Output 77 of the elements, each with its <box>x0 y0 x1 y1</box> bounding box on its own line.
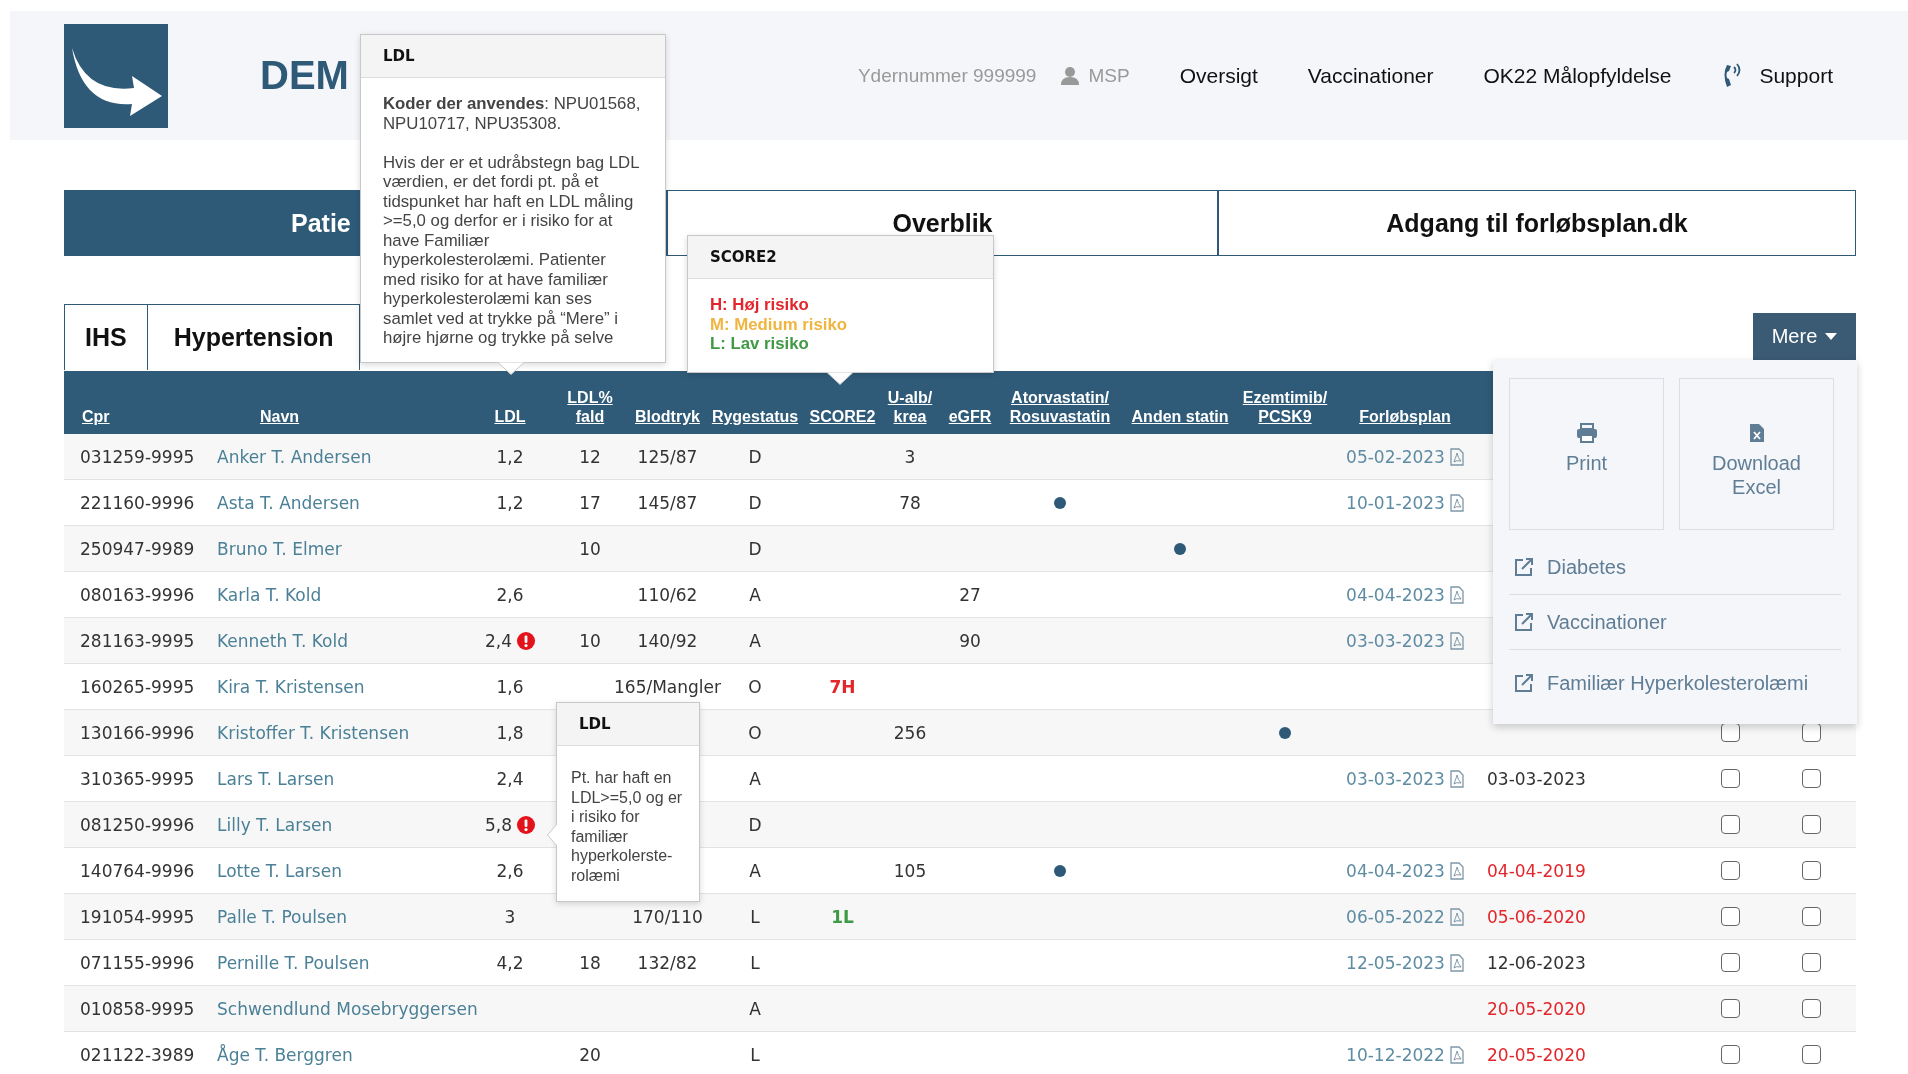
cpr-number: 191054-9995 <box>80 906 195 927</box>
date-text: 20-05-2020 <box>1487 998 1586 1019</box>
ldl-value: 1,2 <box>496 446 524 467</box>
blood-pressure-value: 125/87 <box>637 446 698 467</box>
tooltip-title: LDL <box>383 47 415 65</box>
cpr-number: 021122-3989 <box>80 1044 195 1065</box>
ldl-fald-value: 12 <box>579 446 601 467</box>
cpr-number: 250947-9989 <box>80 538 195 559</box>
ldl-value: 2,4 <box>496 768 524 789</box>
cpr-number: 081250-9996 <box>80 814 195 835</box>
ldl-fald-value: 10 <box>579 630 601 651</box>
smoking-status: L <box>750 952 760 973</box>
cpr-number: 221160-9996 <box>80 492 195 513</box>
risk-legend-text: M: Medium risiko <box>710 314 849 334</box>
tooltip-text: Pt. har haft en LDL>=5,0 og er i risiko for familiær hyperkolerste-rolæmi <box>571 768 684 885</box>
cpr-number: 031259-9995 <box>80 446 195 467</box>
cpr-number: 310365-9995 <box>80 768 195 789</box>
smoking-status: A <box>749 630 761 651</box>
ldl-value: 1,2 <box>496 492 524 513</box>
date-text: 20-05-2020 <box>1487 1044 1586 1065</box>
smoking-status: A <box>749 860 761 881</box>
date-text: 05-06-2020 <box>1487 906 1586 927</box>
tooltip-title: LDL <box>579 715 611 733</box>
ldl-value: 2,6 <box>496 860 524 881</box>
smoking-status: A <box>749 768 761 789</box>
u-alb-value: 256 <box>893 722 927 743</box>
tooltip-text: Hvis der er et udråbstegn bag LDL værdien, er det fordi pt. på et tidspunket har haft en LDL måling >=5,0 og derfor er i risiko for at have Familiær hyperkolesterolæmi. Patienter med risiko for at have familiær hyperkolesterolæmi kan ses samlet ved at trykke på “Mere” i højre hjørne og trykke på selve <box>383 152 640 348</box>
smoking-status: A <box>749 584 761 605</box>
date-text: 12-06-2023 <box>1487 952 1586 973</box>
egfr-value: 90 <box>959 630 981 651</box>
date-text: 03-03-2023 <box>1487 768 1586 789</box>
blood-pressure-value: 165/Mangler <box>614 676 721 697</box>
ldl-fald-value: 18 <box>579 952 601 973</box>
smoking-status: O <box>748 676 762 697</box>
blood-pressure-value: 140/92 <box>637 630 698 651</box>
cpr-number: 130166-9996 <box>80 722 195 743</box>
risk-legend-text: H: Høj risiko <box>710 295 810 315</box>
smoking-status: A <box>749 998 761 1019</box>
yder-number: Ydernummer 999999 <box>857 64 1037 87</box>
ldl-value: 1,8 <box>496 722 524 743</box>
smoking-status: D <box>748 538 762 559</box>
ldl-value: 2,4 <box>484 630 512 651</box>
u-alb-value: 78 <box>899 492 921 513</box>
risk-legend-text: L: Lav risiko <box>710 334 810 354</box>
blood-pressure-value: 132/82 <box>637 952 698 973</box>
cpr-number: 160265-9995 <box>80 676 195 697</box>
score2-value: 7H <box>829 676 856 697</box>
smoking-status: D <box>748 814 762 835</box>
user-name: MSP <box>1088 64 1130 87</box>
ldl-fald-value: 17 <box>579 492 601 513</box>
smoking-status: L <box>750 1044 760 1065</box>
blood-pressure-value: 170/110 <box>632 906 703 927</box>
blood-pressure-value: 145/87 <box>637 492 698 513</box>
ldl-value: 4,2 <box>496 952 524 973</box>
smoking-status: L <box>750 906 760 927</box>
egfr-value: 27 <box>959 584 981 605</box>
u-alb-value: 105 <box>893 860 927 881</box>
cpr-number: 281163-9995 <box>80 630 195 651</box>
ldl-value: 3 <box>504 906 516 927</box>
blood-pressure-value: 110/62 <box>637 584 698 605</box>
tooltip-text: Koder der anvendes: NPU01568, NPU10717, NPU35308. <box>383 94 642 133</box>
cpr-number: 010858-9995 <box>80 998 195 1019</box>
ldl-fald-value: 10 <box>579 538 601 559</box>
ldl-value: 1,6 <box>496 676 524 697</box>
score2-value: 1L <box>831 906 854 927</box>
cpr-number: 080163-9996 <box>80 584 195 605</box>
smoking-status: D <box>748 492 762 513</box>
date-text: 04-04-2019 <box>1487 860 1586 881</box>
ldl-value: 2,6 <box>496 584 524 605</box>
ldl-value: 5,8 <box>484 814 512 835</box>
ldl-fald-value: 20 <box>579 1044 601 1065</box>
smoking-status: D <box>748 446 762 467</box>
u-alb-value: 3 <box>904 446 916 467</box>
smoking-status: O <box>748 722 762 743</box>
cpr-number: 140764-9996 <box>80 860 195 881</box>
cpr-number: 071155-9996 <box>80 952 195 973</box>
brand-text: DEM <box>260 53 349 98</box>
